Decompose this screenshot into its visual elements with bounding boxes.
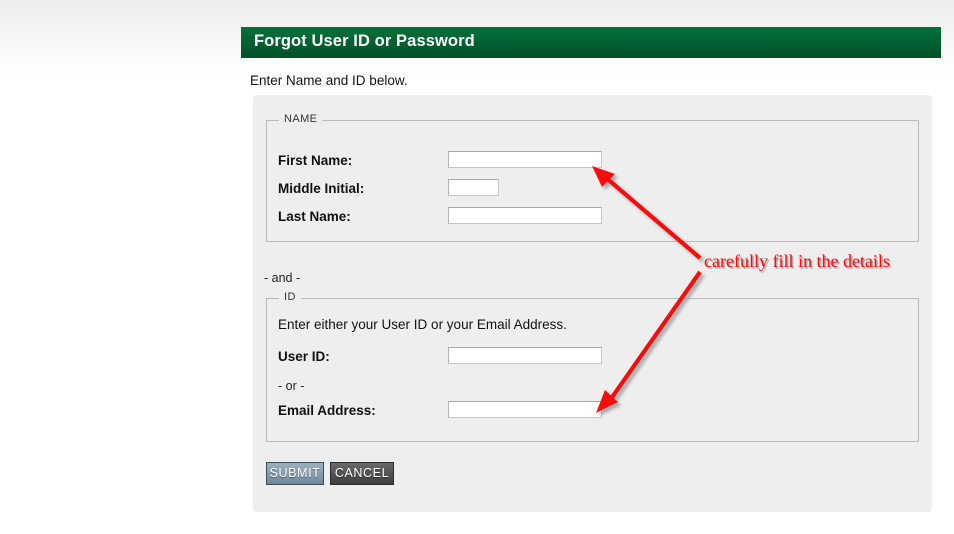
intro-instruction: Enter Name and ID below. xyxy=(250,73,408,88)
id-fieldset-legend: ID xyxy=(279,291,301,303)
first-name-row: First Name: xyxy=(267,151,918,175)
form-panel: NAME First Name: Middle Initial: Last Na… xyxy=(253,95,932,512)
middle-initial-row: Middle Initial: xyxy=(267,179,918,203)
email-address-label: Email Address: xyxy=(278,403,376,418)
page-title: Forgot User ID or Password xyxy=(254,32,475,50)
id-instruction: Enter either your User ID or your Email … xyxy=(278,317,567,332)
last-name-label: Last Name: xyxy=(278,209,351,224)
page-header-bar: Forgot User ID or Password xyxy=(241,27,941,58)
first-name-input[interactable] xyxy=(448,151,602,168)
middle-initial-input[interactable] xyxy=(448,179,499,196)
cancel-button[interactable]: CANCEL xyxy=(330,462,394,485)
email-address-input[interactable] xyxy=(448,401,602,418)
name-fieldset: NAME First Name: Middle Initial: Last Na… xyxy=(266,113,919,242)
last-name-input[interactable] xyxy=(448,207,602,224)
middle-initial-label: Middle Initial: xyxy=(278,181,365,196)
submit-button[interactable]: SUBMIT xyxy=(266,462,324,485)
or-separator: - or - xyxy=(278,379,305,393)
name-fieldset-legend: NAME xyxy=(279,113,323,125)
and-separator: - and - xyxy=(264,271,301,285)
id-fieldset: ID Enter either your User ID or your Ema… xyxy=(266,291,919,442)
first-name-label: First Name: xyxy=(278,153,353,168)
last-name-row: Last Name: xyxy=(267,207,918,231)
user-id-input[interactable] xyxy=(448,347,602,364)
page-root: Forgot User ID or Password Enter Name an… xyxy=(0,0,954,531)
email-address-row: Email Address: xyxy=(267,401,918,425)
user-id-label: User ID: xyxy=(278,349,330,364)
user-id-row: User ID: xyxy=(267,347,918,371)
